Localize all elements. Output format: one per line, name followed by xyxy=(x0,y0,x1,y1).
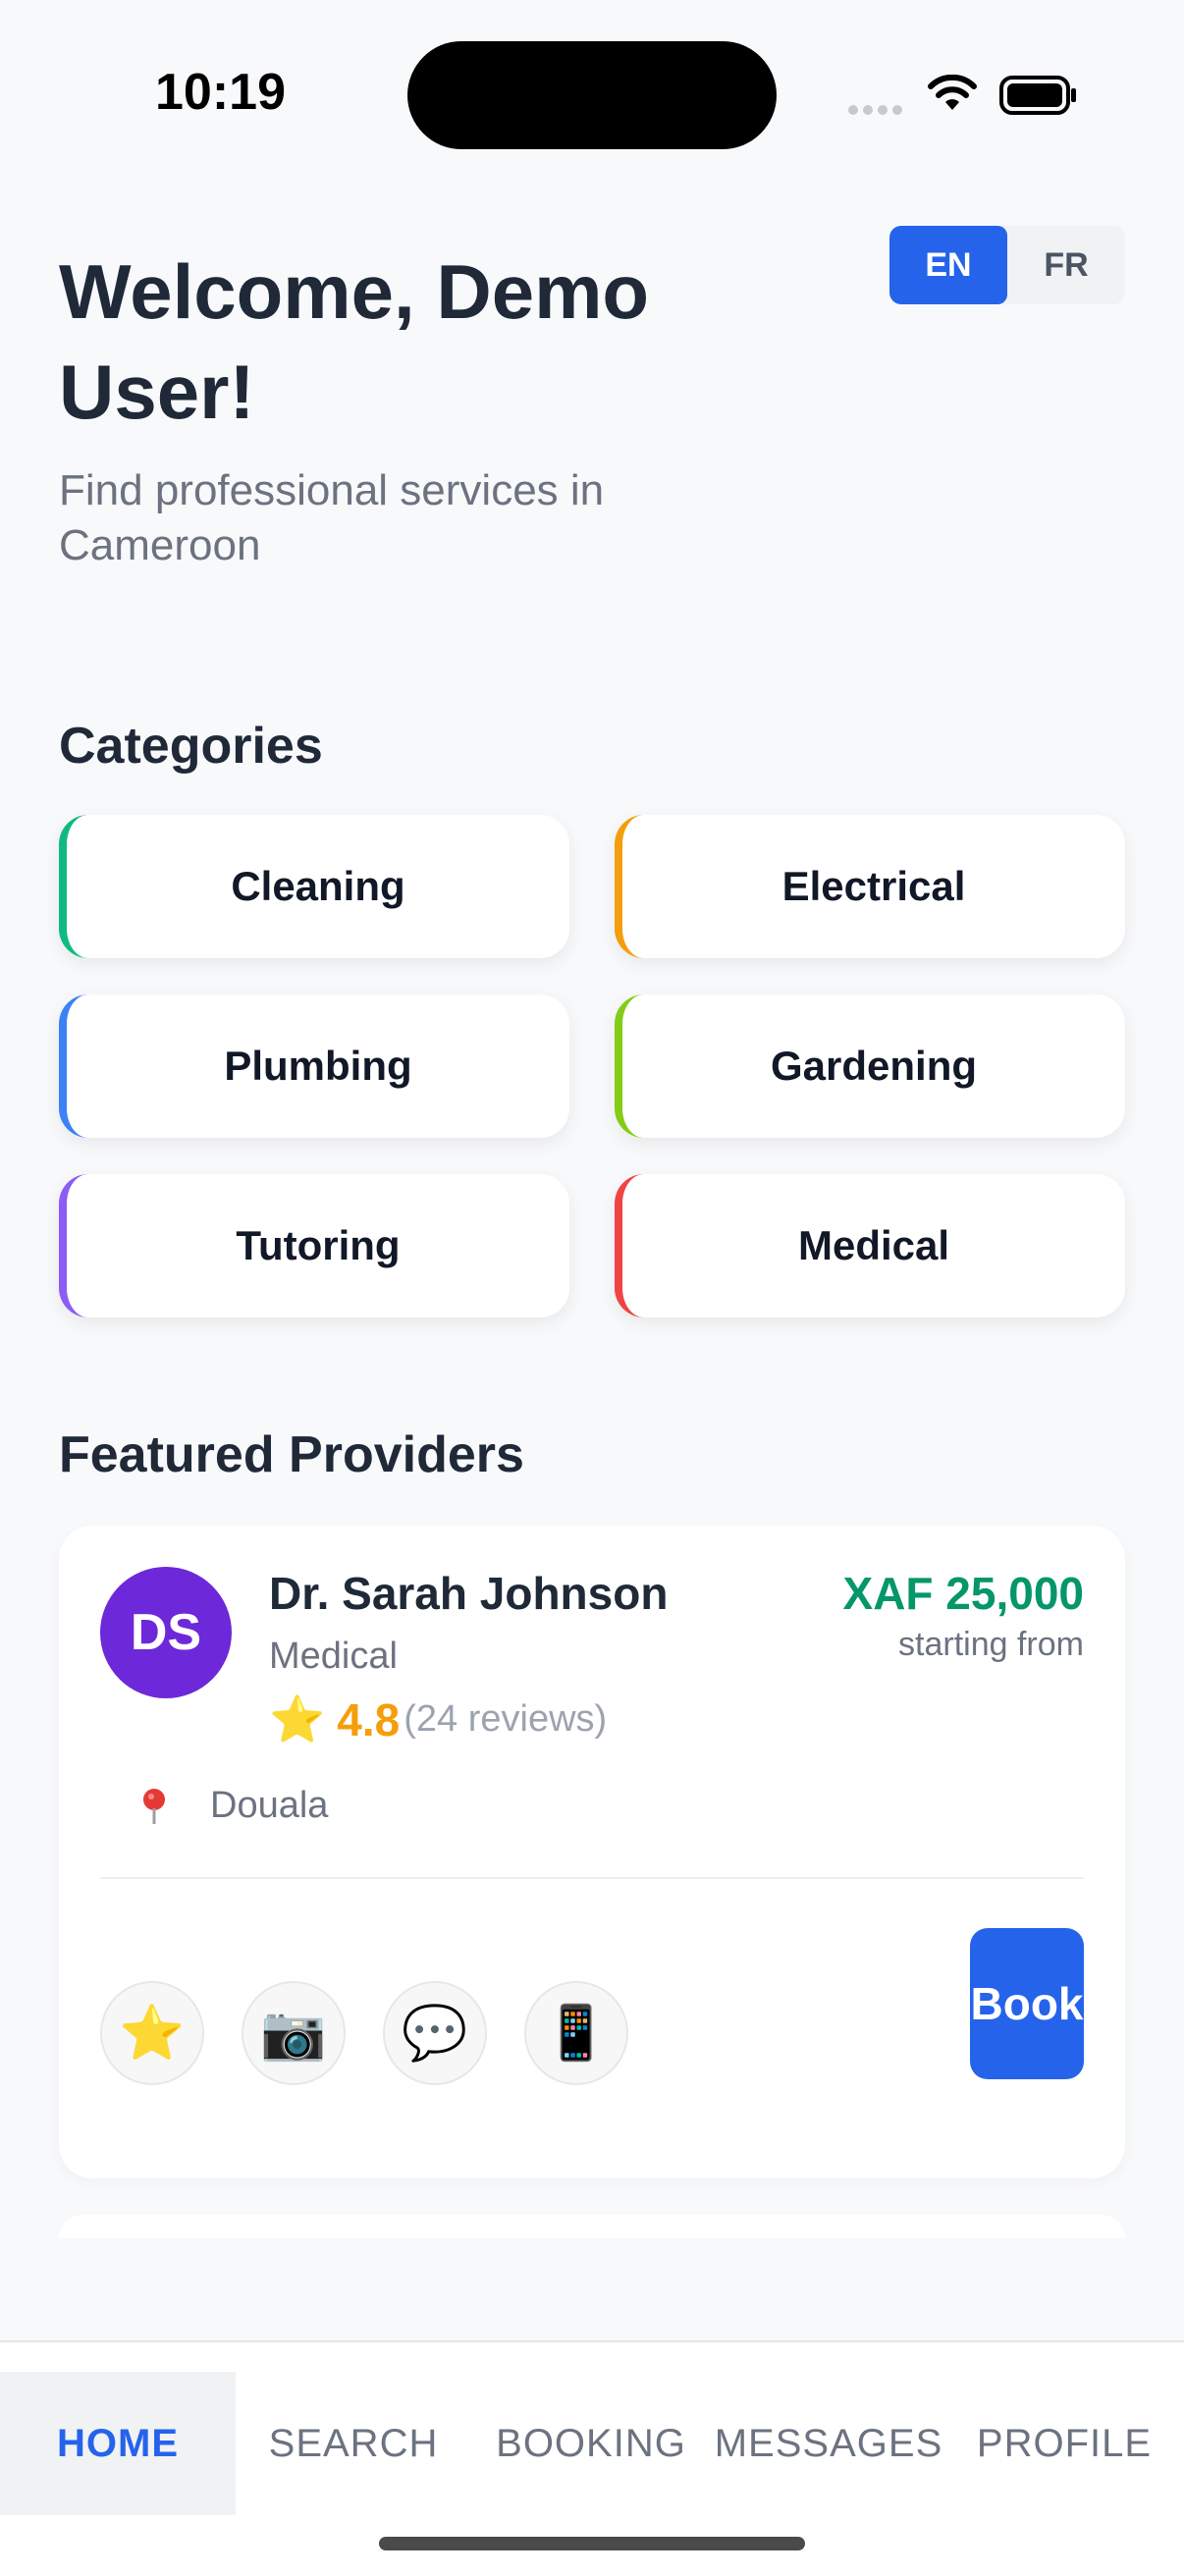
provider-name: Dr. Sarah Johnson xyxy=(269,1568,669,1619)
call-button[interactable]: 📱 xyxy=(524,1981,628,2085)
review-count: (24 reviews) xyxy=(404,1698,608,1740)
category-label: Gardening xyxy=(770,1043,978,1089)
message-button[interactable]: 💬 xyxy=(383,1981,487,2085)
tab-messages[interactable]: MESSAGES xyxy=(711,2372,946,2515)
provider-card[interactable]: DS Dr. Sarah Johnson Medical ⭐ 4.8 (24 r… xyxy=(59,1526,1125,2178)
location-text: Douala xyxy=(210,1785,329,1826)
rating-value: 4.8 xyxy=(337,1693,401,1745)
status-bar: 10:19 xyxy=(0,0,1184,187)
category-label: Cleaning xyxy=(231,863,405,909)
battery-icon xyxy=(999,76,1076,115)
featured-providers-title: Featured Providers xyxy=(59,1426,524,1483)
book-button[interactable]: Book xyxy=(970,1928,1084,2079)
tab-home[interactable]: HOME xyxy=(0,2372,236,2515)
provider-price: XAF 25,000 xyxy=(842,1568,1084,1619)
category-cleaning[interactable]: Cleaning xyxy=(59,815,569,958)
signal-icon xyxy=(848,102,907,115)
category-label: Plumbing xyxy=(224,1043,412,1089)
provider-location: Douala xyxy=(139,1785,328,1827)
category-label: Medical xyxy=(797,1222,950,1268)
tab-search[interactable]: SEARCH xyxy=(236,2372,471,2515)
avatar: DS xyxy=(100,1567,232,1698)
home-indicator[interactable] xyxy=(379,2537,805,2550)
lang-fr-button[interactable]: FR xyxy=(1007,226,1125,304)
star-icon: ⭐ xyxy=(119,2003,186,2063)
welcome-subtitle: Find professional services in Cameroon xyxy=(59,466,605,569)
provider-category: Medical xyxy=(269,1636,398,1677)
photos-button[interactable]: 📷 xyxy=(242,1981,346,2085)
status-time: 10:19 xyxy=(155,64,286,121)
categories-title: Categories xyxy=(59,718,323,775)
category-label: Tutoring xyxy=(236,1222,401,1268)
tab-booking[interactable]: BOOKING xyxy=(473,2372,709,2515)
camera-icon: 📷 xyxy=(260,2003,327,2063)
language-toggle: EN FR xyxy=(889,226,1125,304)
dynamic-island xyxy=(407,41,777,149)
location-pin-icon xyxy=(143,1788,165,1824)
category-plumbing[interactable]: Plumbing xyxy=(59,994,569,1138)
category-medical[interactable]: Medical xyxy=(615,1174,1125,1317)
category-tutoring[interactable]: Tutoring xyxy=(59,1174,569,1317)
star-icon: ⭐ xyxy=(269,1693,326,1744)
provider-rating: ⭐ 4.8 (24 reviews) xyxy=(269,1692,607,1746)
price-note: starting from xyxy=(898,1626,1084,1663)
next-provider-card xyxy=(59,2215,1125,2238)
divider xyxy=(100,1877,1084,1879)
wifi-icon xyxy=(928,75,977,110)
phone-icon: 📱 xyxy=(543,2003,610,2063)
category-label: Electrical xyxy=(781,863,966,909)
tab-profile[interactable]: PROFILE xyxy=(946,2372,1182,2515)
welcome-title: Welcome, Demo User! xyxy=(59,248,650,435)
lang-en-button[interactable]: EN xyxy=(889,226,1007,304)
category-electrical[interactable]: Electrical xyxy=(615,815,1125,958)
chat-bubble-icon: 💬 xyxy=(402,2003,468,2063)
category-gardening[interactable]: Gardening xyxy=(615,994,1125,1138)
favorite-button[interactable]: ⭐ xyxy=(100,1981,204,2085)
